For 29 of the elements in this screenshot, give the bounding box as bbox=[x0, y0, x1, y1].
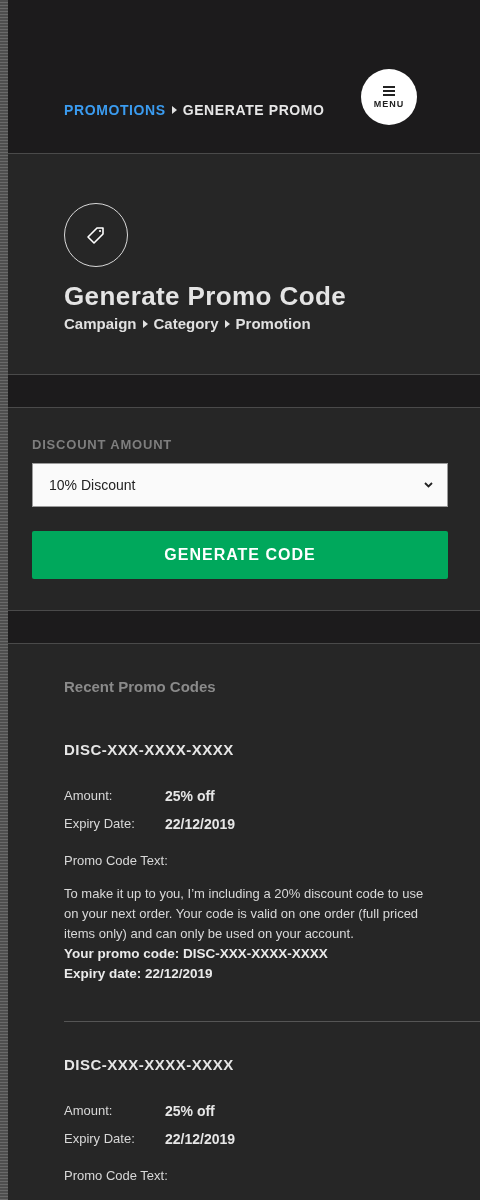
promo-code: DISC-XXX-XXXX-XXXX bbox=[64, 741, 235, 759]
promo-text: To make it up to you, I’m including a 20% discount code to use on your next order. Your code is valid on one order (full priced items only) and can only be used on your account. Your promo code: DISC-XXX-XXXX-XXXX Expiry date: 22/12/2019 bbox=[64, 885, 425, 983]
step-label: Campaign bbox=[64, 315, 137, 333]
discount-select[interactable]: 10% Discount bbox=[32, 463, 448, 507]
caret-icon bbox=[224, 320, 230, 328]
tag-icon bbox=[86, 225, 106, 245]
menu-icon bbox=[383, 85, 395, 96]
promo-code: DISC-XXX-XXXX-XXXX bbox=[64, 1056, 235, 1074]
field-label: Promo Code Text: bbox=[64, 1167, 169, 1185]
breadcrumb-link[interactable]: PROMOTIONS bbox=[64, 102, 166, 118]
breadcrumb-link[interactable]: GENERATE PROMO bbox=[182, 102, 325, 118]
section-title: Recent Promo Codes bbox=[64, 678, 217, 696]
field-label: Amount: bbox=[64, 1102, 114, 1120]
field-value: 22/12/2019 bbox=[165, 815, 236, 833]
field-value: 25% off bbox=[165, 787, 215, 805]
chevron-down-icon bbox=[424, 482, 433, 488]
menu-button[interactable]: MENU bbox=[361, 69, 417, 125]
field-label: Expiry Date: bbox=[64, 815, 136, 833]
field-value: 22/12/2019 bbox=[165, 1130, 236, 1148]
field-label: Amount: bbox=[64, 787, 114, 805]
step-label: Category bbox=[153, 315, 219, 333]
caret-icon bbox=[142, 320, 148, 328]
caret-icon bbox=[171, 106, 177, 114]
step-label: Promotion bbox=[235, 315, 311, 333]
field-value: 25% off bbox=[165, 1102, 215, 1120]
page-title: Generate Promo Code bbox=[64, 281, 348, 311]
field-label: Promo Code Text: bbox=[64, 852, 169, 870]
field-label: Expiry Date: bbox=[64, 1130, 136, 1148]
field-label: DISCOUNT AMOUNT bbox=[32, 437, 174, 453]
